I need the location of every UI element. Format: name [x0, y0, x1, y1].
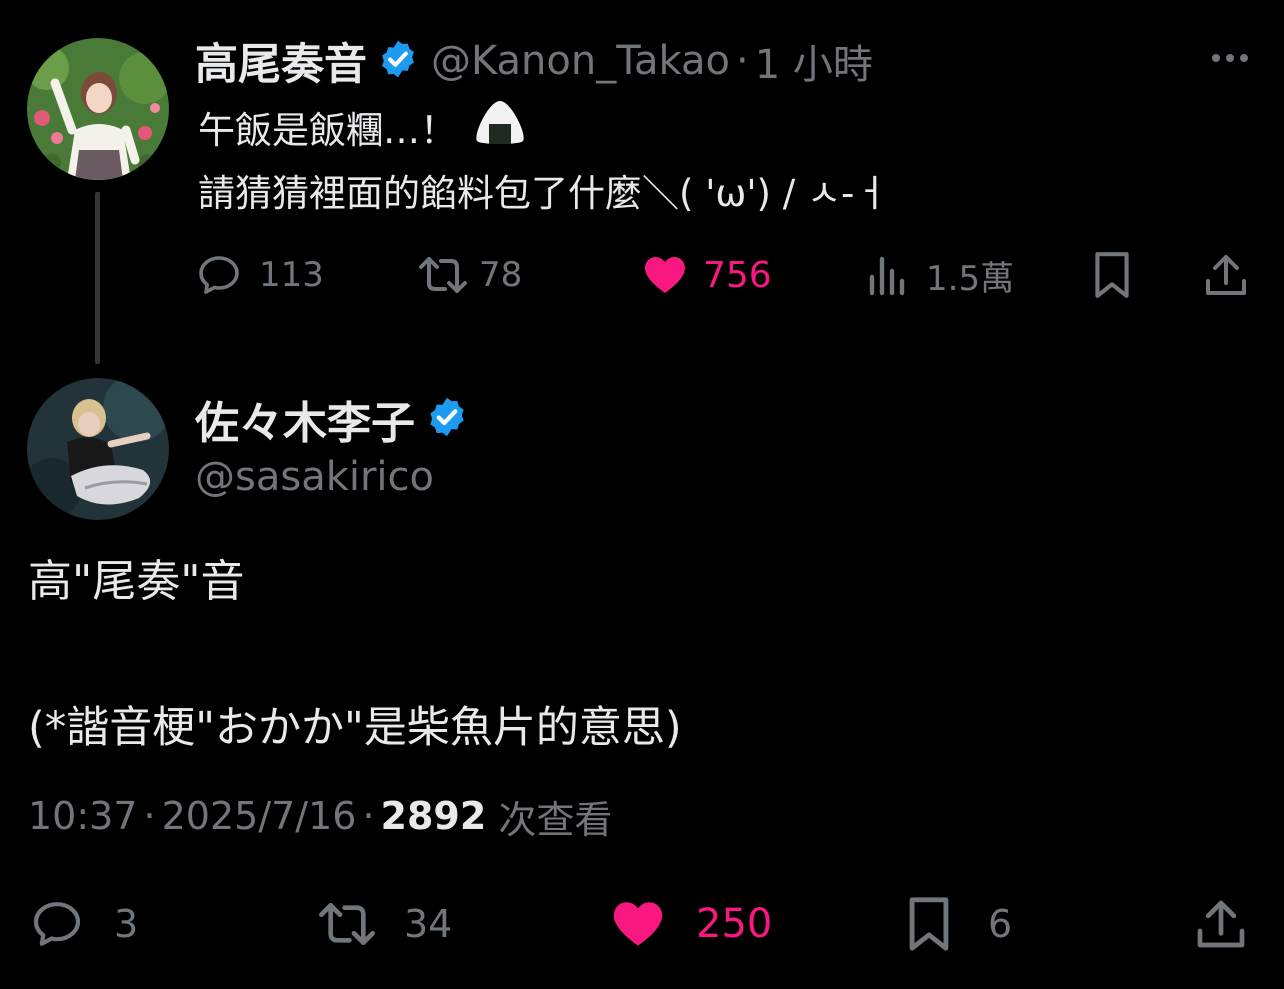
verified-badge-icon	[377, 38, 419, 84]
share-button[interactable]	[1203, 250, 1249, 300]
bookmark-count: 6	[988, 902, 1013, 946]
display-name[interactable]: 高尾奏音	[195, 30, 367, 92]
retweet-button[interactable]: 78	[415, 250, 522, 300]
heart-filled-icon	[613, 902, 663, 946]
like-button[interactable]: 756	[641, 250, 772, 300]
views-count: 1.5萬	[926, 258, 1015, 299]
handle[interactable]: @sasakirico	[195, 454, 469, 500]
main-tweet-author: 佐々木李子 @sasakirico	[195, 390, 469, 500]
like-button[interactable]: 250	[608, 895, 772, 953]
more-options-icon[interactable]	[1208, 48, 1252, 72]
separator-dot: ·	[143, 794, 156, 838]
retweet-count: 78	[479, 255, 523, 295]
avatar-sasakirico[interactable]	[27, 378, 169, 520]
verified-badge-icon	[425, 395, 469, 443]
bookmark-button[interactable]	[1090, 250, 1134, 300]
views-label: 次查看	[498, 797, 613, 842]
reply-icon	[199, 256, 239, 294]
bookmark-icon	[909, 897, 949, 951]
main-tweet-text-line1: 高"尾奏"音	[28, 556, 245, 607]
retweet-icon	[419, 257, 467, 293]
separator-dot: ·	[735, 38, 749, 84]
share-icon	[1206, 255, 1246, 295]
retweet-icon	[319, 903, 375, 945]
parent-tweet-text: 午飯是飯糰…！ 請猜猜裡面的餡料包了什麼＼( 'ω') / ㅅ-ㅓ	[198, 98, 888, 224]
separator-dot: ·	[362, 794, 375, 838]
handle[interactable]: @Kanon_Takao	[431, 38, 730, 84]
tweet-metadata: 10:37 · 2025/7/16 · 2892 次查看	[28, 790, 612, 842]
like-count: 756	[703, 254, 772, 296]
avatar-kanon[interactable]	[27, 38, 169, 180]
main-tweet-text-line2: (*諧音梗"おかか"是柴魚片的意思)	[28, 703, 682, 753]
bookmark-icon	[1095, 252, 1129, 298]
reply-icon	[33, 902, 81, 946]
share-icon	[1197, 900, 1245, 948]
parent-tweet-header: 高尾奏音 @Kanon_Takao · 1 小時	[195, 32, 873, 90]
display-name[interactable]: 佐々木李子	[195, 387, 415, 451]
reply-button[interactable]: 113	[195, 250, 324, 300]
bookmark-button[interactable]: 6	[904, 895, 1012, 953]
retweet-button[interactable]: 34	[314, 895, 452, 953]
reply-count: 113	[259, 255, 324, 295]
reply-button[interactable]: 3	[28, 895, 138, 953]
views-chart-icon	[869, 256, 905, 296]
tweet-date[interactable]: 2025/7/16	[162, 794, 357, 838]
views-count: 2892	[380, 794, 487, 838]
share-button[interactable]	[1194, 895, 1248, 953]
heart-filled-icon	[645, 257, 685, 293]
tweet-text-line: 請猜猜裡面的餡料包了什麼＼( 'ω') / ㅅ-ㅓ	[198, 172, 889, 215]
like-count: 250	[696, 901, 773, 947]
timestamp[interactable]: 1 小時	[755, 32, 873, 90]
views-button[interactable]: 1.5萬	[866, 250, 1014, 300]
reply-count: 3	[114, 902, 139, 946]
tweet-time[interactable]: 10:37	[28, 794, 138, 838]
rice-ball-icon	[471, 98, 529, 164]
retweet-count: 34	[404, 902, 453, 946]
thread-connector-line	[95, 192, 100, 364]
tweet-text-line: 午飯是飯糰…！	[198, 109, 457, 152]
